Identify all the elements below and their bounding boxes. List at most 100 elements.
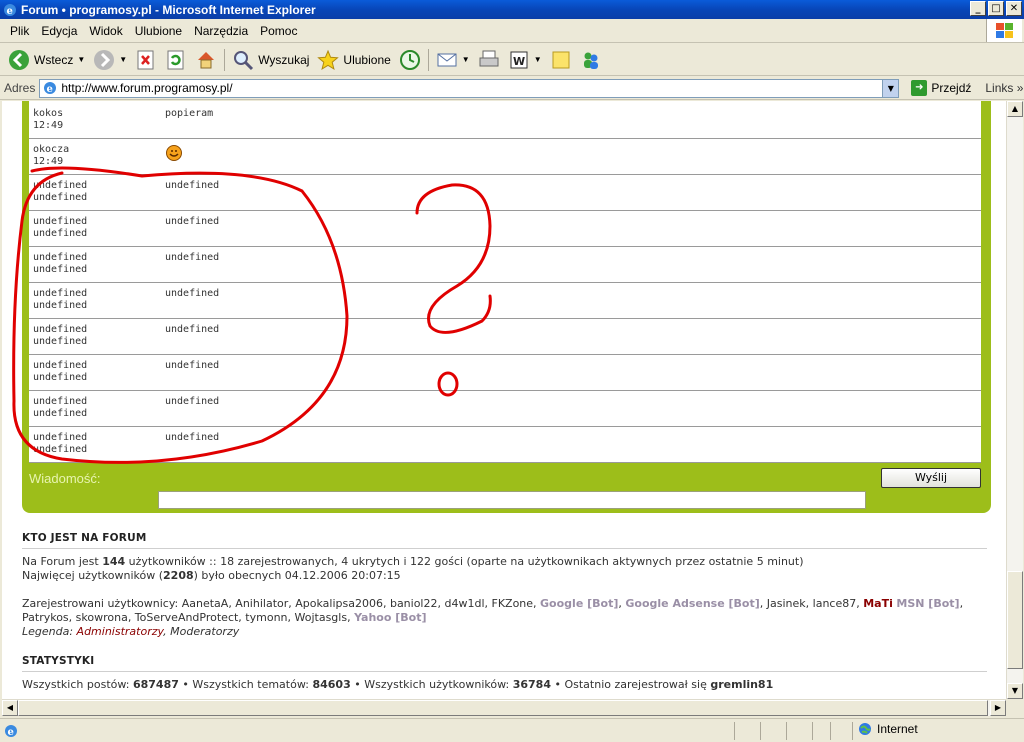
menu-ulubione[interactable]: Ulubione	[129, 24, 188, 38]
home-button[interactable]	[191, 46, 221, 74]
chat-time: undefined	[33, 444, 88, 455]
scroll-left-button[interactable]: ◀	[2, 700, 18, 716]
back-button[interactable]: Wstecz ▼	[4, 46, 89, 74]
chevron-down-icon[interactable]: ▼	[119, 55, 127, 64]
chat-row: undefined undefined undefined	[29, 247, 981, 283]
status-divider	[760, 721, 761, 740]
chat-time: undefined	[33, 372, 88, 383]
user-link[interactable]: MSN [Bot]	[896, 597, 959, 610]
chat-row: undefined undefined undefined	[29, 283, 981, 319]
search-label: Wyszukaj	[258, 52, 310, 67]
chat-messages: kokos 12:49 popieram okocza 12:49 undefine…	[29, 101, 981, 463]
smiley-icon	[166, 145, 182, 161]
chat-user: undefined	[33, 432, 88, 443]
chevron-down-icon[interactable]: ▼	[534, 55, 542, 64]
maximize-button[interactable]: □	[988, 1, 1004, 16]
scroll-down-button[interactable]: ▼	[1007, 683, 1023, 699]
message-input[interactable]	[158, 491, 866, 509]
forward-arrow-icon	[94, 49, 115, 70]
url-input[interactable]	[61, 81, 862, 95]
status-divider	[830, 721, 831, 740]
chat-box: kokos 12:49 popieram okocza 12:49 undefine…	[22, 101, 991, 513]
star-icon	[317, 49, 340, 70]
history-button[interactable]	[395, 46, 425, 74]
chat-input-area: Wiadomość: Wyślij	[29, 467, 981, 511]
horizontal-scrollbar[interactable]: ◀ ▶	[2, 699, 1006, 716]
links-button[interactable]: Links »	[985, 81, 1023, 95]
address-field[interactable]: e ▼	[39, 78, 900, 98]
chat-time: undefined	[33, 228, 88, 239]
windows-flag-icon	[986, 19, 1022, 42]
page-viewport: kokos 12:49 popieram okocza 12:49 undefine…	[2, 101, 1006, 699]
newest-user-link[interactable]: gremlin81	[710, 678, 773, 691]
mail-icon	[437, 53, 457, 66]
vertical-scroll-thumb[interactable]	[1007, 571, 1023, 669]
security-zone: Internet	[858, 722, 918, 736]
chevron-down-icon[interactable]: ▼	[77, 55, 85, 64]
chat-user: undefined	[33, 396, 88, 407]
chevron-down-icon[interactable]: ▼	[882, 79, 899, 97]
minimize-button[interactable]: _	[970, 1, 986, 16]
legend: Legenda: Administratorzy, Moderatorzy	[22, 625, 240, 638]
user-link[interactable]: Yahoo [Bot]	[354, 611, 426, 624]
chat-user: undefined	[33, 288, 88, 299]
chat-user: undefined	[33, 252, 88, 263]
favorites-button[interactable]: Ulubione	[313, 46, 394, 74]
mail-button[interactable]: ▼	[432, 46, 474, 74]
address-label: Adres	[4, 81, 36, 95]
refresh-button[interactable]	[161, 46, 191, 74]
chat-row: kokos 12:49 popieram	[29, 101, 981, 139]
scroll-up-button[interactable]: ▲	[1007, 101, 1023, 117]
history-icon	[399, 49, 420, 70]
user-link[interactable]: Google Adsense [Bot]	[625, 597, 759, 610]
search-icon	[234, 50, 254, 70]
favorites-label: Ulubione	[343, 52, 391, 67]
stop-button[interactable]	[131, 46, 161, 74]
chat-message: undefined	[165, 324, 220, 335]
edit-button[interactable]: W ▼	[504, 46, 546, 74]
close-button[interactable]: ✕	[1006, 1, 1022, 16]
messenger-button[interactable]	[576, 46, 606, 74]
menu-edycja[interactable]: Edycja	[35, 24, 83, 38]
toolbar-divider	[427, 48, 429, 71]
discuss-button[interactable]	[546, 46, 576, 74]
svg-text:e: e	[8, 727, 14, 738]
menu-bar: Plik Edycja Widok Ulubione Narzędzia Pom…	[0, 19, 1024, 43]
go-arrow-icon: ➜	[911, 80, 928, 96]
menu-pomoc[interactable]: Pomoc	[254, 24, 303, 38]
chat-message: popieram	[165, 108, 214, 119]
page-status-icon: e	[5, 724, 17, 738]
search-button[interactable]: Wyszukaj	[228, 46, 313, 74]
horizontal-scroll-thumb[interactable]	[18, 700, 988, 716]
menu-plik[interactable]: Plik	[4, 24, 35, 38]
chat-row: undefined undefined undefined	[29, 355, 981, 391]
user-link[interactable]: Google [Bot]	[540, 597, 618, 610]
record-count: Najwięcej użytkowników (2208) było obecn…	[22, 569, 401, 582]
ie-logo-icon: e	[4, 3, 16, 17]
stats-heading: STATYSTYKI	[22, 655, 987, 672]
print-button[interactable]	[474, 46, 504, 74]
page-icon: e	[44, 82, 57, 95]
svg-text:e: e	[47, 84, 53, 95]
scroll-right-button[interactable]: ▶	[990, 700, 1006, 716]
admin-user-link[interactable]: MaTi	[863, 597, 893, 610]
chat-user: undefined	[33, 216, 88, 227]
go-button[interactable]: ➜ Przejdź	[911, 80, 971, 96]
chevron-down-icon[interactable]: ▼	[462, 55, 470, 64]
menu-narzedzia[interactable]: Narzędzia	[188, 24, 254, 38]
go-label: Przejdź	[931, 81, 972, 95]
status-bar: e Internet	[0, 718, 1024, 742]
send-button[interactable]: Wyślij	[881, 468, 981, 488]
status-divider	[812, 721, 813, 740]
chat-row: undefined undefined undefined	[29, 319, 981, 355]
chat-time: 12:49	[33, 156, 64, 167]
forward-button[interactable]: ▼	[89, 46, 131, 74]
chat-user: kokos	[33, 108, 64, 119]
chat-time: undefined	[33, 408, 88, 419]
toolbar: Wstecz ▼ ▼ Wyszukaj Ulubione ▼ W ▼	[0, 44, 1024, 76]
chat-user: undefined	[33, 180, 88, 191]
vertical-scrollbar[interactable]: ▲ ▼	[1006, 101, 1023, 699]
chat-message: undefined	[165, 252, 220, 263]
chat-time: undefined	[33, 300, 88, 311]
menu-widok[interactable]: Widok	[83, 24, 128, 38]
